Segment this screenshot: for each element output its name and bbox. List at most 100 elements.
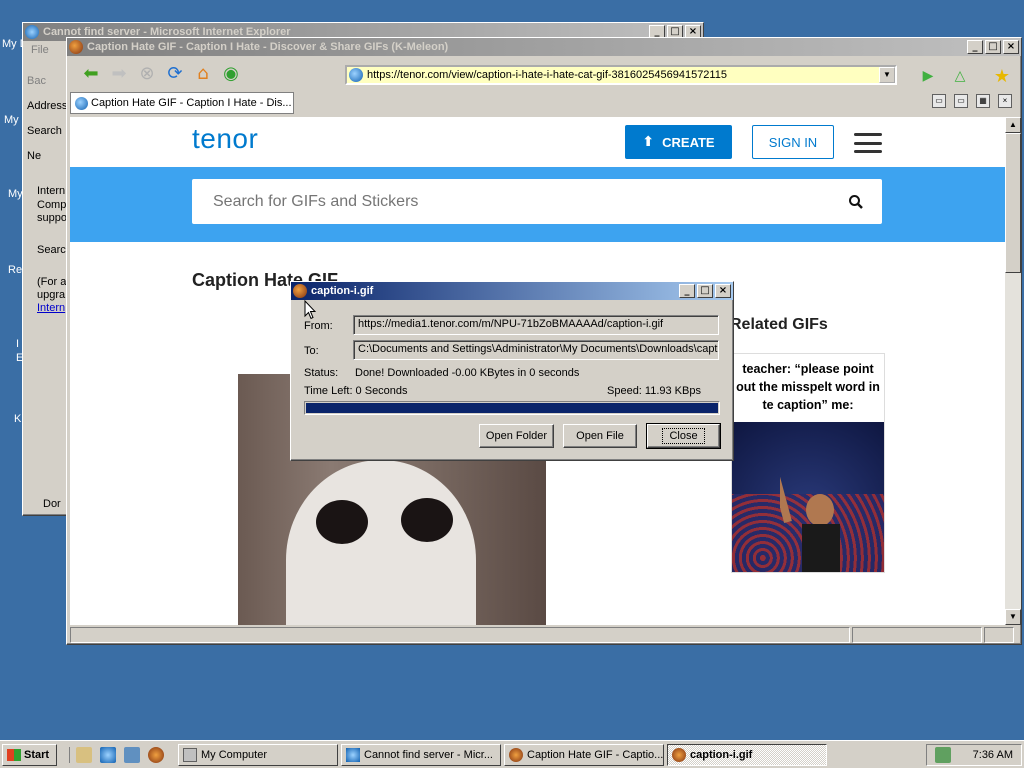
- close-tab-icon[interactable]: ×: [998, 94, 1012, 108]
- url-text[interactable]: https://tenor.com/view/caption-i-hate-i-…: [367, 69, 879, 81]
- download-dialog[interactable]: caption-i.gif _ □ × From: https://media1…: [290, 281, 734, 461]
- open-file-button[interactable]: Open File: [563, 424, 637, 448]
- download-titlebar[interactable]: caption-i.gif _ □ ×: [291, 282, 733, 300]
- page-scrollbar[interactable]: ▲ ▼: [1005, 117, 1021, 625]
- sign-in-button[interactable]: SIGN IN: [752, 125, 834, 159]
- new-window-icon[interactable]: ▭: [954, 94, 968, 108]
- ie-launch-icon[interactable]: [100, 746, 116, 763]
- bookmarks-star-icon[interactable]: ★: [991, 65, 1013, 87]
- show-desktop-icon[interactable]: [76, 746, 92, 763]
- download-minimize-button[interactable]: _: [679, 284, 695, 298]
- reload-icon[interactable]: ⟳: [164, 62, 186, 84]
- related-gif-caption: teacher: “please point out the misspelt …: [736, 362, 880, 412]
- desktop-icon-label-ie[interactable]: I: [16, 338, 19, 350]
- kmeleon-maximize-button[interactable]: □: [985, 40, 1001, 54]
- tenor-header: tenor ⬆ CREATE SIGN IN: [70, 117, 1005, 167]
- taskbar: Start My Computer Cannot find server - M…: [0, 740, 1024, 768]
- desktop-icon-label-my-network[interactable]: My: [8, 188, 23, 200]
- task-label: My Computer: [201, 748, 268, 761]
- create-button[interactable]: ⬆ CREATE: [625, 125, 732, 159]
- ie-new-button[interactable]: Ne: [27, 150, 41, 162]
- open-folder-button[interactable]: Open Folder: [479, 424, 554, 448]
- related-gif-image: [732, 422, 884, 572]
- task-caption-i-gif[interactable]: caption-i.gif: [667, 743, 827, 766]
- ie-app-icon: [25, 25, 39, 39]
- go-icon[interactable]: ◉: [220, 62, 242, 84]
- status-value: Done! Downloaded -0.00 KBytes in 0 secon…: [355, 367, 580, 379]
- speed-text: Speed: 11.93 KBps: [607, 385, 701, 397]
- upload-arrow-icon: ⬆: [642, 134, 655, 150]
- from-label: From:: [304, 320, 333, 332]
- search-icon[interactable]: [848, 194, 864, 210]
- new-tab-icon[interactable]: ▭: [932, 94, 946, 108]
- scroll-up-arrow-icon[interactable]: ▲: [1005, 117, 1021, 133]
- search-box[interactable]: [192, 179, 882, 224]
- start-button[interactable]: Start: [2, 743, 57, 766]
- desktop-icon-label-recycle-bin[interactable]: Re: [8, 264, 22, 276]
- status-bar: [70, 627, 1018, 643]
- ie-address-label: Address: [27, 100, 68, 112]
- tab-bar: Caption Hate GIF - Caption I Hate - Dis.…: [70, 91, 1018, 115]
- forward-arrow-icon[interactable]: ➡: [108, 62, 130, 84]
- task-label: Caption Hate GIF - Captio...: [527, 748, 664, 761]
- download-maximize-button[interactable]: □: [697, 284, 713, 298]
- download-progress-bar: [304, 401, 720, 415]
- kmeleon-task-icon: [509, 747, 523, 762]
- ie-body-line: (For a: [37, 276, 67, 288]
- download-dialog-title: caption-i.gif: [311, 285, 374, 297]
- download-close-x-button[interactable]: ×: [715, 284, 731, 298]
- download-app-icon: [293, 284, 307, 298]
- go-play-icon[interactable]: ▶: [917, 65, 939, 87]
- task-my-computer[interactable]: My Computer: [178, 743, 338, 766]
- status-security-icon: [984, 627, 1014, 643]
- start-label: Start: [24, 748, 50, 761]
- home-icon[interactable]: ⌂: [192, 62, 214, 84]
- tab-label: Caption Hate GIF - Caption I Hate - Dis.…: [91, 97, 292, 109]
- kmeleon-minimize-button[interactable]: _: [967, 40, 983, 54]
- create-label: CREATE: [662, 134, 715, 150]
- quick-launch: [69, 746, 164, 763]
- search-input[interactable]: [213, 192, 813, 211]
- ie-task-icon: [346, 747, 360, 762]
- tab-caption-hate-gif[interactable]: Caption Hate GIF - Caption I Hate - Dis.…: [70, 92, 294, 114]
- kmeleon-launch-icon[interactable]: [148, 746, 164, 763]
- url-dropdown-arrow-icon[interactable]: ▼: [879, 67, 895, 83]
- kmeleon-task-icon: [672, 747, 686, 762]
- site-globe-icon: [349, 68, 363, 82]
- from-field[interactable]: https://media1.tenor.com/m/NPU-71bZoBMAA…: [353, 315, 719, 335]
- up-triangle-icon[interactable]: △: [949, 65, 971, 87]
- kmeleon-close-button[interactable]: ×: [1003, 40, 1019, 54]
- system-tray: 7:36 AM: [926, 744, 1022, 766]
- back-arrow-icon[interactable]: ⬅: [80, 62, 102, 84]
- tab-list-icon[interactable]: ▦: [976, 94, 990, 108]
- stop-icon[interactable]: ⊗: [136, 62, 158, 84]
- to-field[interactable]: C:\Documents and Settings\Administrator\…: [353, 340, 719, 360]
- tenor-logo[interactable]: tenor: [192, 123, 258, 155]
- gif-eye-right: [401, 498, 453, 542]
- clock[interactable]: 7:36 AM: [973, 749, 1013, 761]
- scroll-thumb[interactable]: [1005, 133, 1021, 273]
- desktop-icon-label-kmeleon[interactable]: K: [14, 413, 21, 425]
- task-cannot-find-server[interactable]: Cannot find server - Micr...: [341, 743, 501, 766]
- url-bar[interactable]: https://tenor.com/view/caption-i-hate-i-…: [345, 65, 897, 85]
- related-gif-card[interactable]: teacher: “please point out the misspelt …: [731, 353, 885, 573]
- ie-body-line: Intern: [37, 185, 66, 197]
- time-left-text: Time Left: 0 Seconds: [304, 385, 408, 397]
- hamburger-menu-icon[interactable]: [854, 133, 882, 153]
- scroll-down-arrow-icon[interactable]: ▼: [1005, 609, 1021, 625]
- gif-creature-shape: [286, 460, 476, 625]
- desktop-icon-label-my-computer[interactable]: My: [4, 114, 19, 126]
- task-label: Cannot find server - Micr...: [364, 748, 493, 761]
- ie-body-link[interactable]: Intern: [37, 302, 65, 314]
- close-button[interactable]: Close: [646, 423, 721, 449]
- task-caption-hate-gif[interactable]: Caption Hate GIF - Captio...: [504, 743, 664, 766]
- gif-eye-left: [316, 500, 368, 544]
- toolbar-right-icons: ▶ △ ★ ◷ ⚙: [917, 65, 1024, 87]
- network-tray-icon[interactable]: [935, 747, 951, 763]
- outlook-launch-icon[interactable]: [124, 746, 140, 763]
- kmeleon-app-icon: [69, 40, 83, 54]
- ie-body-line: Searc: [37, 244, 66, 256]
- kmeleon-titlebar[interactable]: Caption Hate GIF - Caption I Hate - Disc…: [67, 38, 1021, 56]
- search-band: [70, 167, 1005, 242]
- ie-back-button[interactable]: Bac: [27, 75, 46, 87]
